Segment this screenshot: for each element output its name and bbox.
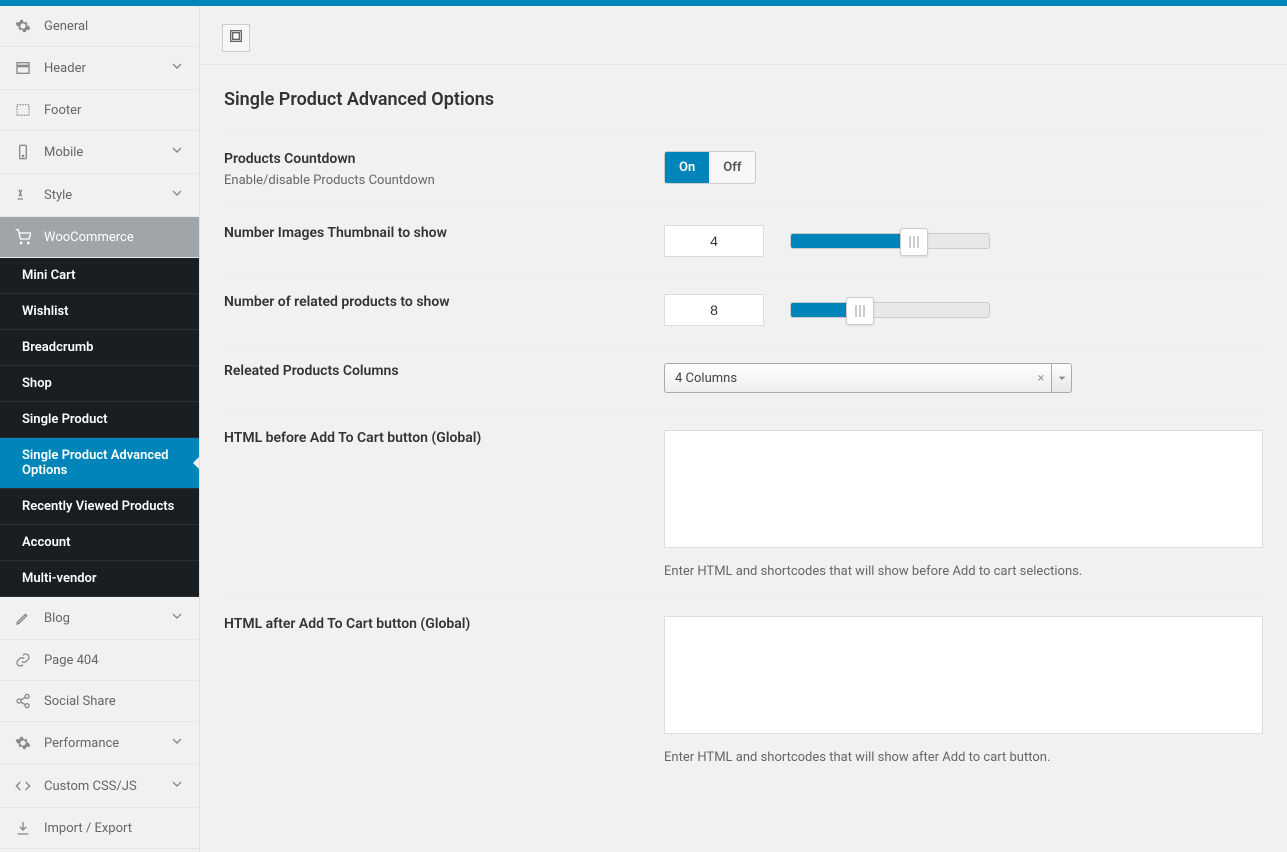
sidebar-sub-account[interactable]: Account xyxy=(0,525,199,561)
sidebar-item-style[interactable]: Style xyxy=(0,174,199,217)
field-products-countdown: Products Countdown Enable/disable Produc… xyxy=(224,132,1263,206)
expand-all-button[interactable] xyxy=(222,24,250,52)
thumbnails-input[interactable] xyxy=(664,225,764,257)
sidebar-item-mobile[interactable]: Mobile xyxy=(0,131,199,174)
slider-handle[interactable] xyxy=(846,297,874,325)
chevron-down-icon[interactable] xyxy=(1051,364,1071,392)
field-html-after-cart: HTML after Add To Cart button (Global) E… xyxy=(224,597,1263,783)
related-columns-select[interactable]: 4 Columns × xyxy=(664,363,1072,393)
share-icon xyxy=(14,692,32,710)
chevron-down-icon xyxy=(169,185,185,205)
sidebar-item-label: Social Share xyxy=(44,694,185,709)
chevron-down-icon xyxy=(169,776,185,796)
sidebar-item-label: Import / Export xyxy=(44,821,185,836)
field-label: Products Countdown xyxy=(224,151,644,167)
field-label: Releated Products Columns xyxy=(224,363,644,379)
sidebar-item-label: Blog xyxy=(44,611,169,626)
countdown-toggle: On Off xyxy=(664,151,756,184)
slider-handle[interactable] xyxy=(900,228,928,256)
field-label: Number Images Thumbnail to show xyxy=(224,225,644,241)
cart-icon xyxy=(14,228,32,246)
field-label: HTML before Add To Cart button (Global) xyxy=(224,430,644,446)
sidebar-sub-wishlist[interactable]: Wishlist xyxy=(0,294,199,330)
sidebar-sub-multi-vendor[interactable]: Multi-vendor xyxy=(0,561,199,597)
html-after-textarea[interactable] xyxy=(664,616,1263,734)
style-icon xyxy=(14,186,32,204)
field-html-before-cart: HTML before Add To Cart button (Global) … xyxy=(224,411,1263,597)
panel-icon xyxy=(228,28,244,48)
gear-icon xyxy=(14,17,32,35)
settings-sidebar: General Header Footer Mobile Style WooCo… xyxy=(0,6,200,852)
field-help-text: Enter HTML and shortcodes that will show… xyxy=(664,750,1263,765)
sidebar-item-general[interactable]: General xyxy=(0,6,199,47)
toggle-on[interactable]: On xyxy=(665,152,709,183)
sidebar-item-label: General xyxy=(44,19,185,34)
sidebar-item-page-404[interactable]: Page 404 xyxy=(0,640,199,681)
sidebar-item-custom-css-js[interactable]: Custom CSS/JS xyxy=(0,765,199,808)
field-help-text: Enter HTML and shortcodes that will show… xyxy=(664,564,1263,579)
field-related-columns: Releated Products Columns 4 Columns × xyxy=(224,344,1263,411)
toggle-off[interactable]: Off xyxy=(709,152,755,183)
sidebar-sub-shop[interactable]: Shop xyxy=(0,366,199,402)
chevron-down-icon xyxy=(169,733,185,753)
sidebar-item-label: Custom CSS/JS xyxy=(44,779,169,794)
footer-icon xyxy=(14,101,32,119)
sidebar-item-header[interactable]: Header xyxy=(0,47,199,90)
download-icon xyxy=(14,819,32,837)
related-count-input[interactable] xyxy=(664,294,764,326)
mobile-icon xyxy=(14,143,32,161)
sidebar-sub-single-product[interactable]: Single Product xyxy=(0,402,199,438)
thumbnails-slider[interactable] xyxy=(790,233,990,249)
chevron-down-icon xyxy=(169,142,185,162)
field-thumbnails-count: Number Images Thumbnail to show xyxy=(224,206,1263,275)
sidebar-item-label: Style xyxy=(44,188,169,203)
page-title: Single Product Advanced Options xyxy=(224,89,1263,110)
field-related-count: Number of related products to show xyxy=(224,275,1263,344)
sidebar-item-label: Page 404 xyxy=(44,653,185,668)
chevron-down-icon xyxy=(169,608,185,628)
sidebar-item-label: WooCommerce xyxy=(44,230,185,245)
sidebar-item-label: Mobile xyxy=(44,145,169,160)
gear-icon xyxy=(14,734,32,752)
field-description: Enable/disable Products Countdown xyxy=(224,173,644,188)
chevron-down-icon xyxy=(169,58,185,78)
sidebar-item-label: Performance xyxy=(44,736,169,751)
field-label: Number of related products to show xyxy=(224,294,644,310)
code-icon xyxy=(14,777,32,795)
pencil-icon xyxy=(14,609,32,627)
html-before-textarea[interactable] xyxy=(664,430,1263,548)
clear-icon[interactable]: × xyxy=(1031,371,1051,386)
sidebar-sub-breadcrumb[interactable]: Breadcrumb xyxy=(0,330,199,366)
sidebar-sub-recently-viewed[interactable]: Recently Viewed Products xyxy=(0,489,199,525)
sidebar-sub-mini-cart[interactable]: Mini Cart xyxy=(0,258,199,294)
main-content: Single Product Advanced Options Products… xyxy=(200,6,1287,852)
sidebar-sub-single-product-advanced[interactable]: Single Product Advanced Options xyxy=(0,438,199,489)
content-toolbar xyxy=(200,6,1287,65)
sidebar-item-social-share[interactable]: Social Share xyxy=(0,681,199,722)
unlink-icon xyxy=(14,651,32,669)
sidebar-item-import-export[interactable]: Import / Export xyxy=(0,808,199,849)
related-count-slider[interactable] xyxy=(790,302,990,318)
sidebar-item-footer[interactable]: Footer xyxy=(0,90,199,131)
sidebar-item-label: Footer xyxy=(44,103,185,118)
select-value: 4 Columns xyxy=(665,371,1031,386)
sidebar-item-label: Header xyxy=(44,61,169,76)
sidebar-item-woocommerce[interactable]: WooCommerce xyxy=(0,217,199,258)
sidebar-item-performance[interactable]: Performance xyxy=(0,722,199,765)
field-label: HTML after Add To Cart button (Global) xyxy=(224,616,644,632)
sidebar-item-blog[interactable]: Blog xyxy=(0,597,199,640)
header-icon xyxy=(14,59,32,77)
